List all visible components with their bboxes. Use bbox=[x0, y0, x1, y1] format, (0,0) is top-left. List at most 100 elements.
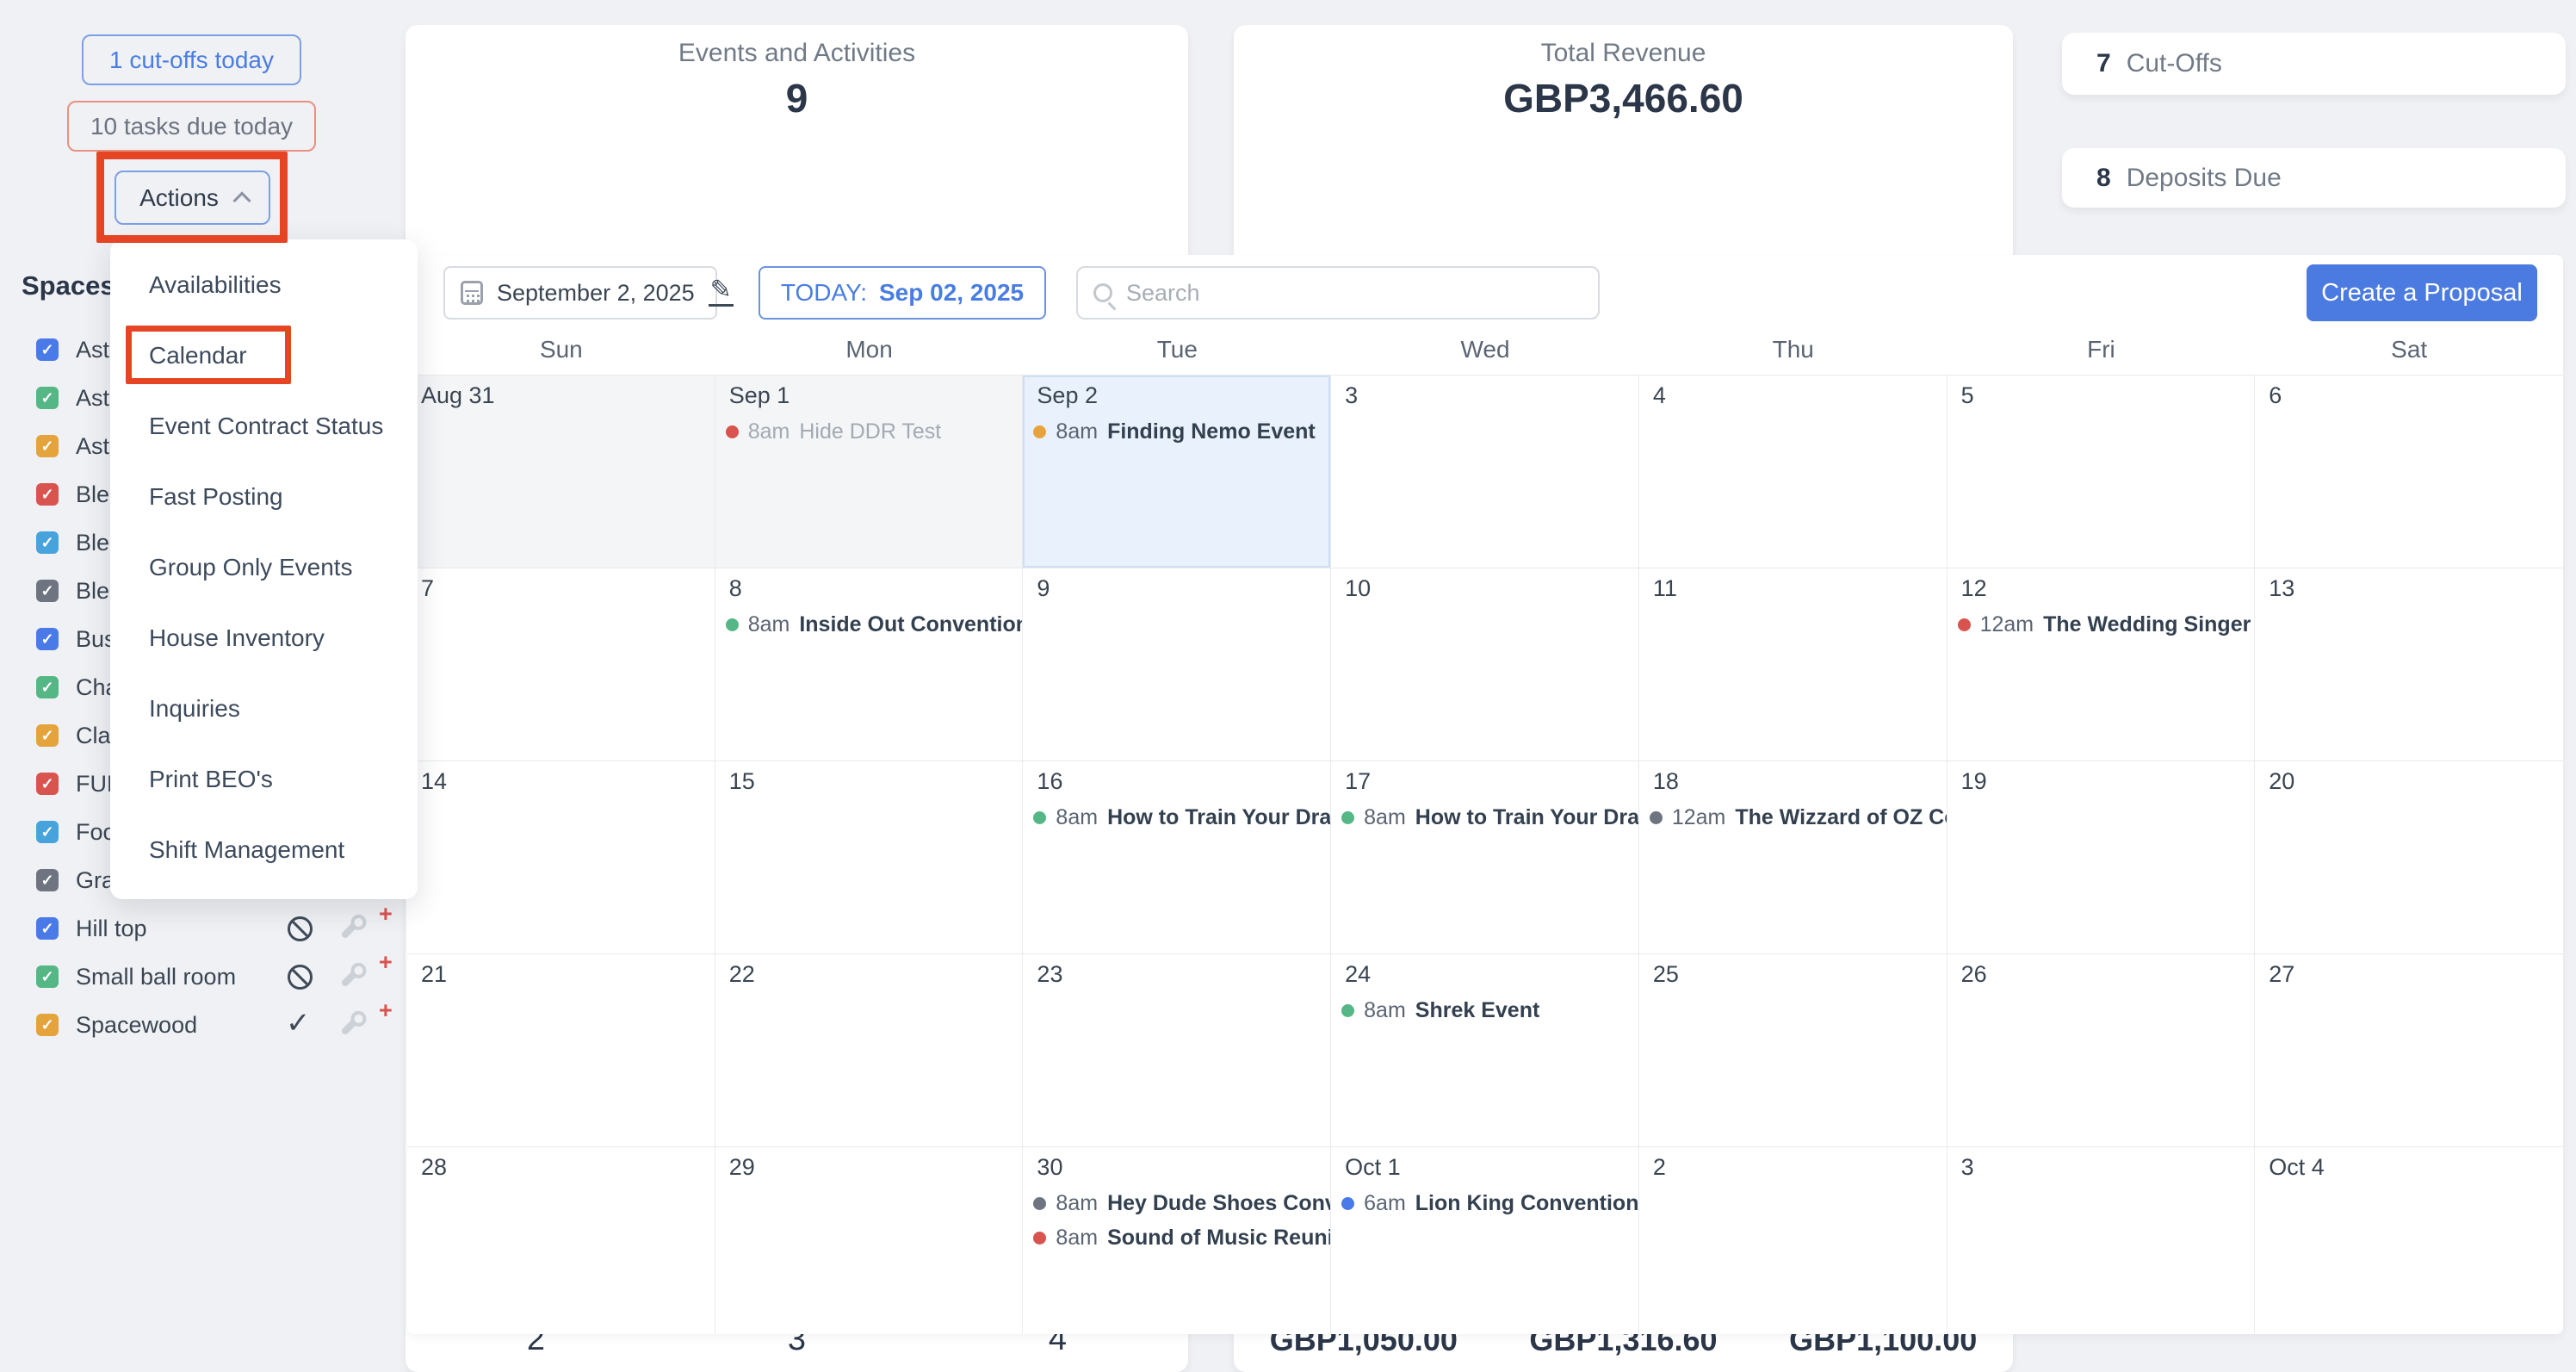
date-label: 18 bbox=[1652, 768, 1679, 794]
calendar-day-cell[interactable]: 28 bbox=[407, 1147, 715, 1334]
wrench-icon[interactable] bbox=[340, 917, 362, 940]
calendar-day-cell[interactable]: 10 bbox=[1331, 568, 1639, 761]
space-checkbox[interactable]: ✓ bbox=[36, 676, 59, 698]
wrench-icon[interactable] bbox=[340, 1014, 362, 1036]
event-title: Sound of Music Reunion bbox=[1107, 1225, 1330, 1250]
space-checkbox[interactable]: ✓ bbox=[36, 965, 59, 988]
space-checkbox[interactable]: ✓ bbox=[36, 869, 59, 891]
calendar-day-cell[interactable]: 18 12am The Wizzard of OZ Conv bbox=[1638, 761, 1947, 954]
calendar-day-cell[interactable]: 2 bbox=[1638, 1147, 1947, 1334]
calendar-day-cell[interactable]: 5 bbox=[1947, 376, 2256, 568]
calendar-day-cell[interactable]: Sep 1 8am Hide DDR Test bbox=[715, 376, 1024, 568]
space-checkbox[interactable]: ✓ bbox=[36, 773, 59, 795]
calendar-day-cell[interactable]: 11 bbox=[1638, 568, 1947, 761]
menu-item-event-contract-status[interactable]: Event Contract Status bbox=[110, 391, 418, 462]
space-checkbox[interactable]: ✓ bbox=[36, 917, 59, 940]
menu-item-fast-posting[interactable]: Fast Posting bbox=[110, 462, 418, 532]
calendar-day-cell[interactable]: 23 bbox=[1023, 954, 1332, 1147]
event-title: Lion King Convention bbox=[1415, 1190, 1638, 1215]
menu-item-shift-management[interactable]: Shift Management bbox=[110, 815, 418, 885]
calendar-event[interactable]: 6am Lion King Convention bbox=[1331, 1186, 1638, 1220]
calendar-day-cell[interactable]: 26 bbox=[1947, 954, 2256, 1147]
event-status-dot bbox=[1957, 618, 1971, 631]
calendar-day-cell[interactable]: 27 bbox=[2255, 954, 2563, 1147]
date-picker-label: September 2, 2025 bbox=[497, 279, 695, 306]
date-label: 7 bbox=[421, 575, 435, 601]
calendar-event[interactable]: 12am The Wizzard of OZ Conv bbox=[1639, 800, 1947, 835]
tasks-due-today-button[interactable]: 10 tasks due today bbox=[67, 101, 316, 152]
calendar-day-cell[interactable]: 9 bbox=[1023, 568, 1332, 761]
calendar-day-cell[interactable]: 12 12am The Wedding Singer bbox=[1947, 568, 2256, 761]
calendar-day-cell[interactable]: Sep 2 8am Finding Nemo Event bbox=[1023, 376, 1332, 568]
calendar-day-cell[interactable]: 16 8am How to Train Your Drago bbox=[1023, 761, 1332, 954]
calendar-event[interactable]: 8am Finding Nemo Event bbox=[1023, 414, 1330, 449]
menu-item-print-beo-s[interactable]: Print BEO's bbox=[110, 744, 418, 815]
events-card-title: Events and Activities bbox=[678, 39, 916, 67]
calendar-day-cell[interactable]: 17 8am How to Train Your Drago bbox=[1331, 761, 1639, 954]
calendar-day-cell[interactable]: 19 bbox=[1947, 761, 2256, 954]
space-checkbox[interactable]: ✓ bbox=[36, 1014, 59, 1036]
event-time: 8am bbox=[1056, 804, 1099, 829]
menu-item-inquiries[interactable]: Inquiries bbox=[110, 674, 418, 744]
cutoffs-summary-card[interactable]: 7 Cut-Offs bbox=[2062, 33, 2566, 95]
calendar-day-cell[interactable]: 7 bbox=[407, 568, 715, 761]
calendar-event[interactable]: 8am Hide DDR Test bbox=[715, 414, 1023, 449]
create-proposal-button[interactable]: Create a Proposal bbox=[2307, 264, 2537, 321]
space-checkbox[interactable]: ✓ bbox=[36, 580, 59, 602]
calendar-day-cell[interactable]: 6 bbox=[2255, 376, 2563, 568]
edit-date-icon[interactable]: ✎ bbox=[708, 277, 734, 307]
calendar-event[interactable]: 8am Inside Out Convention bbox=[715, 607, 1022, 642]
day-header-mon: Mon bbox=[845, 336, 893, 363]
calendar-day-cell[interactable]: 29 bbox=[715, 1147, 1024, 1334]
calendar-day-cell[interactable]: 21 bbox=[407, 954, 715, 1147]
menu-item-calendar[interactable]: Calendar bbox=[110, 320, 418, 391]
space-checkbox[interactable]: ✓ bbox=[36, 338, 59, 361]
calendar-day-cell[interactable]: 3 bbox=[1331, 376, 1639, 568]
calendar-day-cell[interactable]: Oct 4 bbox=[2255, 1147, 2563, 1334]
calendar-event[interactable]: 8am How to Train Your Drago bbox=[1023, 800, 1330, 835]
space-checkbox[interactable]: ✓ bbox=[36, 483, 59, 506]
date-picker-button[interactable]: September 2, 2025 ✎ bbox=[443, 266, 734, 320]
calendar-day-cell[interactable]: 20 bbox=[2255, 761, 2563, 954]
calendar-day-cell[interactable]: 22 bbox=[715, 954, 1024, 1147]
add-icon[interactable]: + bbox=[379, 949, 393, 976]
calendar-day-cell[interactable]: 8 8am Inside Out Convention bbox=[715, 568, 1024, 761]
calendar-day-cell[interactable]: 24 8am Shrek Event bbox=[1331, 954, 1639, 1147]
add-icon[interactable]: + bbox=[379, 997, 393, 1024]
search-input[interactable] bbox=[1126, 279, 1582, 307]
calendar-day-cell[interactable]: 13 bbox=[2255, 568, 2563, 761]
calendar-day-cell[interactable]: 4 bbox=[1638, 376, 1947, 568]
spaces-title: Spaces bbox=[22, 270, 115, 301]
calendar-day-cell[interactable]: Oct 1 6am Lion King Convention bbox=[1331, 1147, 1639, 1334]
cutoffs-today-button[interactable]: 1 cut-offs today bbox=[82, 34, 301, 85]
today-button[interactable]: TODAY: Sep 02, 2025 bbox=[759, 266, 1046, 320]
calendar-day-cell[interactable]: 15 bbox=[715, 761, 1024, 954]
menu-item-availabilities[interactable]: Availabilities bbox=[110, 250, 418, 320]
calendar-day-cell[interactable]: 14 bbox=[407, 761, 715, 954]
space-checkbox[interactable]: ✓ bbox=[36, 387, 59, 409]
deposits-due-summary-card[interactable]: 8 Deposits Due bbox=[2062, 148, 2566, 208]
day-header-thu: Thu bbox=[1772, 336, 1814, 363]
space-checkbox[interactable]: ✓ bbox=[36, 531, 59, 554]
calendar-day-cell[interactable]: 3 bbox=[1947, 1147, 2256, 1334]
calendar-event[interactable]: 8am Sound of Music Reunion bbox=[1023, 1220, 1330, 1255]
add-icon[interactable]: + bbox=[379, 901, 393, 928]
calendar-event[interactable]: 8am Shrek Event bbox=[1331, 993, 1638, 1027]
space-checkbox[interactable]: ✓ bbox=[36, 724, 59, 747]
date-label: 12 bbox=[1960, 575, 1987, 601]
calendar-event[interactable]: 8am Hey Dude Shoes Convent bbox=[1023, 1186, 1330, 1220]
space-checkbox[interactable]: ✓ bbox=[36, 435, 59, 457]
menu-item-group-only-events[interactable]: Group Only Events bbox=[110, 532, 418, 603]
event-title: Finding Nemo Event bbox=[1107, 419, 1316, 444]
event-time: 6am bbox=[1364, 1190, 1406, 1215]
space-checkbox[interactable]: ✓ bbox=[36, 628, 59, 650]
calendar-event[interactable]: 12am The Wedding Singer bbox=[1947, 607, 2255, 642]
menu-item-house-inventory[interactable]: House Inventory bbox=[110, 603, 418, 674]
calendar-day-cell[interactable]: 30 8am Hey Dude Shoes Convent 8am Sound of M… bbox=[1023, 1147, 1332, 1334]
calendar-day-cell[interactable]: Aug 31 bbox=[407, 376, 715, 568]
wrench-icon[interactable] bbox=[340, 965, 362, 988]
calendar-event[interactable]: 8am How to Train Your Drago bbox=[1331, 800, 1638, 835]
space-label: Spacewood bbox=[76, 1011, 198, 1038]
calendar-day-cell[interactable]: 25 bbox=[1638, 954, 1947, 1147]
space-checkbox[interactable]: ✓ bbox=[36, 821, 59, 843]
